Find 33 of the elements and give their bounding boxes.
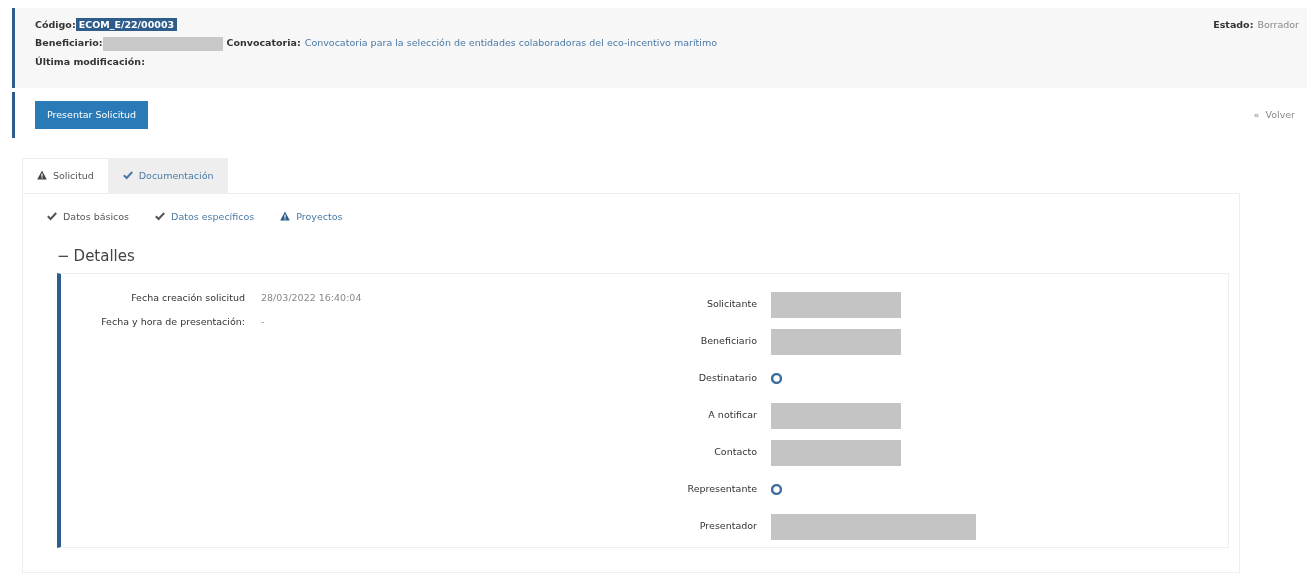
subtab[interactable]: Datos específicos [155,208,255,227]
field-label: Presentador [698,519,758,534]
warning-icon [280,211,291,222]
field-label: Beneficiario: [35,37,103,49]
field-label: Contacto [713,445,758,460]
field-label: A notificar [707,408,758,423]
field-label: Destinatario [697,371,758,386]
subtab[interactable]: Datos básicos [47,208,130,227]
field-label: Estado: [1213,19,1254,30]
field-label: Beneficiario [699,334,758,349]
field-label: Fecha creación solicitud [130,290,246,305]
field-value: - [261,314,265,329]
tab[interactable]: Solicitud [22,158,109,194]
check-icon [47,211,57,222]
field-label: Fecha y hora de presentación: [100,314,246,329]
subtab[interactable]: Proyectos [280,208,343,227]
warning-icon [37,170,47,180]
back-link[interactable]: « Volver [1253,107,1295,123]
field-label: Representante [686,482,758,497]
tab[interactable]: Documentación [108,158,228,194]
section-title: Detalles [73,245,135,267]
code-value: ECOM_E/22/00003 [75,18,178,31]
field-value: Convocatoria para la selección de entidades colaboradoras del eco-incentivo marítimo [304,37,717,49]
submit-button[interactable]: Presentar Solicitud [35,100,149,130]
collapse-icon[interactable]: − [57,244,70,267]
field-label: Convocatoria: [226,37,301,49]
field-label: Última modificación: [35,55,145,67]
check-icon [122,169,133,180]
check-icon [155,211,166,222]
field-value: 28/03/2022 16:40:04 [261,290,362,305]
field-label: Solicitante [705,297,758,312]
field-label: Código: [35,19,76,30]
status-value: Borrador [1257,19,1299,30]
